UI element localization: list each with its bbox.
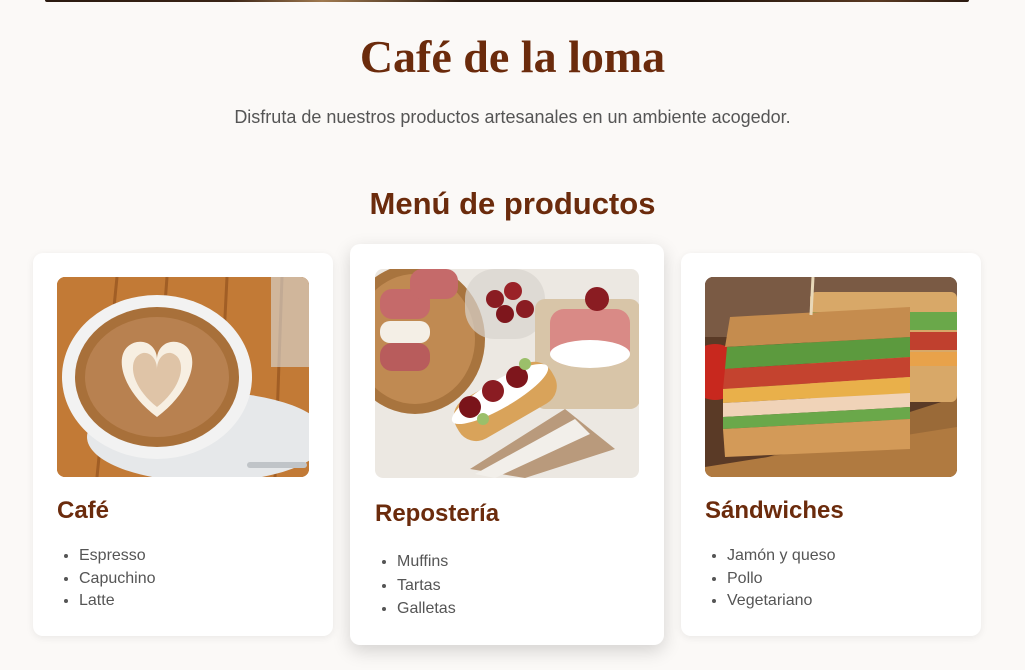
list-item: Pollo	[727, 568, 836, 591]
list-item: Jamón y queso	[727, 545, 836, 568]
card-title: Sándwiches	[705, 497, 844, 524]
card-title: Café	[57, 497, 110, 524]
list-item: Tartas	[397, 574, 456, 598]
menu-card-cafe: Café Espresso Capuchino Latte	[33, 253, 333, 636]
club-sandwich-photo	[705, 277, 957, 477]
list-item: Muffins	[397, 550, 456, 574]
card-item-list: Muffins Tartas Galletas	[375, 550, 456, 621]
pastries-photo	[375, 269, 639, 478]
card-title: Repostería	[375, 500, 500, 527]
menu-card-sandwiches: Sándwiches Jamón y queso Pollo Vegetaria…	[681, 253, 981, 636]
menu-section-title: Menú de productos	[369, 186, 656, 221]
site-title: Café de la loma	[359, 31, 666, 82]
list-item: Vegetariano	[727, 590, 836, 613]
list-item: Espresso	[79, 545, 156, 568]
card-item-list: Espresso Capuchino Latte	[57, 545, 156, 613]
card-item-list: Jamón y queso Pollo Vegetariano	[705, 545, 836, 613]
list-item: Galletas	[397, 597, 456, 621]
menu-card-reposteria: Repostería Muffins Tartas Galletas	[350, 244, 664, 645]
list-item: Latte	[79, 590, 156, 613]
latte-art-photo	[57, 277, 309, 477]
hero-banner-bottom-edge	[45, 0, 969, 2]
site-subtitle: Disfruta de nuestros productos artesanal…	[234, 107, 791, 127]
list-item: Capuchino	[79, 568, 156, 591]
